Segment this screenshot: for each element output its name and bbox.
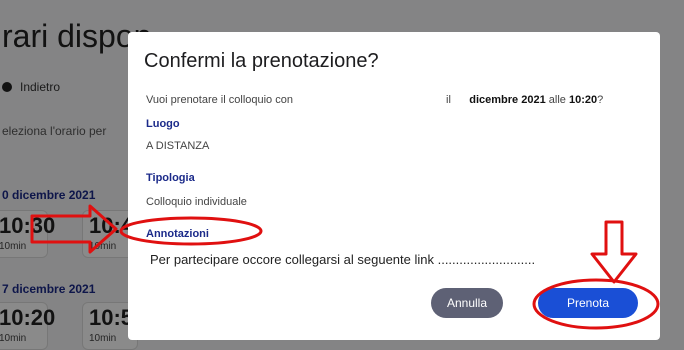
question-il: il	[446, 94, 451, 106]
question-prefix: Vuoi prenotare il colloquio con	[146, 94, 293, 106]
luogo-label: Luogo	[146, 118, 180, 130]
question-date: dicembre 2021	[469, 94, 546, 106]
confirm-dialog: Confermi la prenotazione? Vuoi prenotare…	[128, 32, 660, 340]
question-end: ?	[597, 94, 604, 106]
tipologia-value: Colloquio individuale	[146, 196, 247, 208]
booking-question: Vuoi prenotare il colloquio con il dicem…	[146, 94, 656, 106]
cancel-button[interactable]: Annulla	[431, 288, 503, 318]
book-button[interactable]: Prenota	[538, 288, 638, 318]
luogo-value: A DISTANZA	[146, 140, 210, 152]
dialog-title: Confermi la prenotazione?	[144, 50, 379, 72]
annotazioni-value: Per partecipare occore collegarsi al seg…	[150, 252, 536, 267]
question-time: 10:20	[568, 94, 598, 106]
annotazioni-label: Annotazioni	[146, 228, 209, 240]
question-alle: alle	[548, 94, 566, 106]
tipologia-label: Tipologia	[146, 172, 195, 184]
